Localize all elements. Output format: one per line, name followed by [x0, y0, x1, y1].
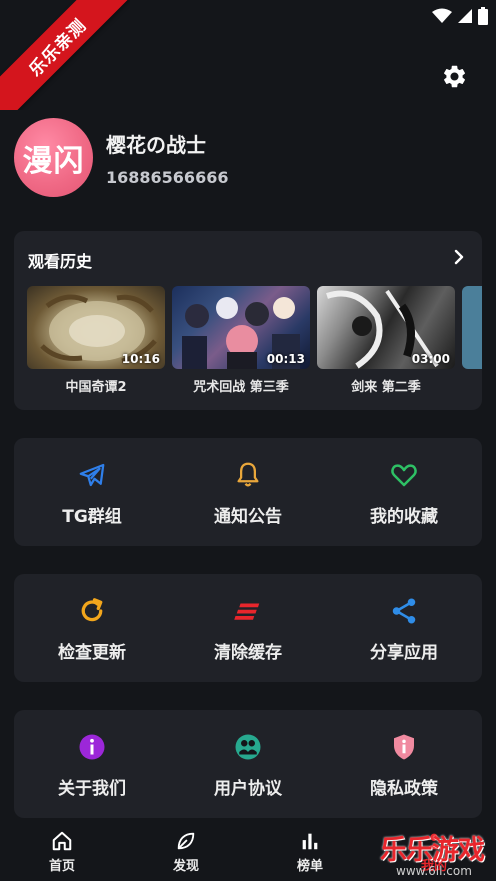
history-duration: 03:00	[411, 352, 450, 366]
watch-history-card: 观看历史 10:16 中国奇谭2 00:13 咒术回战 第三季 03:00 剑来…	[14, 231, 482, 410]
username: 樱花の战士	[106, 132, 206, 157]
avatar-text: 漫闪	[22, 143, 85, 179]
history-thumbnail: 10:16	[27, 286, 165, 369]
leaf-icon	[177, 832, 195, 850]
history-more-button[interactable]	[454, 249, 464, 269]
clear-cache-button[interactable]: 清除缓存	[170, 574, 326, 682]
watermark-logo: 乐乐游戏 www.6ll.com	[380, 826, 496, 881]
bell-icon	[237, 462, 259, 487]
watermark-url: www.6ll.com	[396, 864, 472, 878]
about-us-button[interactable]: 关于我们	[14, 710, 170, 818]
agreement-icon	[235, 734, 261, 760]
history-title: 观看历史	[28, 252, 93, 271]
wifi-icon	[432, 8, 452, 23]
privacy-policy-button[interactable]: 隐私政策	[326, 710, 482, 818]
share-icon	[392, 598, 416, 624]
menu-label: 分享应用	[370, 643, 438, 663]
chevron-right-icon	[454, 249, 464, 265]
history-title-label: 剑来 第二季	[351, 380, 421, 395]
history-item[interactable]: 03:00 剑来 第二季	[317, 286, 455, 395]
refresh-icon	[81, 598, 103, 622]
history-duration: 10:16	[121, 352, 160, 366]
notice-button[interactable]: 通知公告	[170, 438, 326, 546]
avatar[interactable]: 漫闪	[14, 118, 93, 197]
user-agreement-button[interactable]: 用户协议	[170, 710, 326, 818]
menu-label: 用户协议	[214, 779, 282, 799]
menu-label: 隐私政策	[370, 779, 438, 799]
history-thumbnail: 03:00	[317, 286, 455, 369]
nav-home[interactable]: 首页	[0, 822, 124, 881]
tg-group-button[interactable]: TG群组	[14, 438, 170, 546]
settings-button[interactable]	[438, 60, 470, 92]
status-bar	[0, 0, 496, 32]
history-item[interactable]	[462, 286, 482, 369]
nav-discover[interactable]: 发现	[124, 822, 248, 881]
favorites-button[interactable]: 我的收藏	[326, 438, 482, 546]
menu-row-2: 检查更新 清除缓存 分享应用	[14, 574, 482, 682]
nav-label: 榜单	[296, 859, 323, 874]
watermark-brand: 乐乐游戏	[380, 835, 485, 866]
history-duration: 00:13	[266, 352, 305, 366]
history-title-label: 中国奇谭2	[65, 380, 127, 395]
gear-icon	[443, 65, 465, 87]
check-update-button[interactable]: 检查更新	[14, 574, 170, 682]
signal-icon	[458, 9, 472, 23]
menu-label: 检查更新	[58, 643, 126, 663]
profile-section[interactable]: 漫闪 樱花の战士 16886566666	[14, 118, 228, 197]
menu-row-1: TG群组 通知公告 我的收藏	[14, 438, 482, 546]
info-icon	[79, 734, 105, 760]
history-thumbnail	[462, 286, 482, 369]
history-list: 10:16 中国奇谭2 00:13 咒术回战 第三季 03:00 剑来 第二季	[27, 286, 482, 396]
nav-ranking[interactable]: 榜单	[248, 822, 372, 881]
nav-label: 发现	[172, 859, 199, 874]
clear-cache-icon	[234, 603, 260, 620]
telegram-icon	[79, 463, 105, 487]
chart-bar-icon	[302, 833, 318, 850]
battery-icon	[478, 7, 488, 25]
share-app-button[interactable]: 分享应用	[326, 574, 482, 682]
heart-icon	[391, 464, 417, 487]
status-icons	[432, 7, 488, 25]
profile-info: 樱花の战士 16886566666	[106, 129, 228, 187]
menu-row-3: 关于我们 用户协议 隐私政策	[14, 710, 482, 818]
history-item[interactable]: 10:16 中国奇谭2	[27, 286, 165, 395]
home-icon	[52, 831, 72, 851]
menu-label: 关于我们	[58, 779, 126, 799]
history-thumbnail: 00:13	[172, 286, 310, 369]
menu-label: 清除缓存	[214, 643, 282, 663]
nav-label: 首页	[48, 859, 75, 874]
user-id: 16886566666	[106, 167, 229, 187]
menu-label: 通知公告	[214, 507, 282, 527]
privacy-shield-icon	[394, 734, 414, 760]
history-title-label: 咒术回战 第三季	[193, 380, 289, 395]
history-item[interactable]: 00:13 咒术回战 第三季	[172, 286, 310, 395]
menu-label: 我的收藏	[370, 507, 438, 527]
menu-label: TG群组	[62, 507, 122, 527]
